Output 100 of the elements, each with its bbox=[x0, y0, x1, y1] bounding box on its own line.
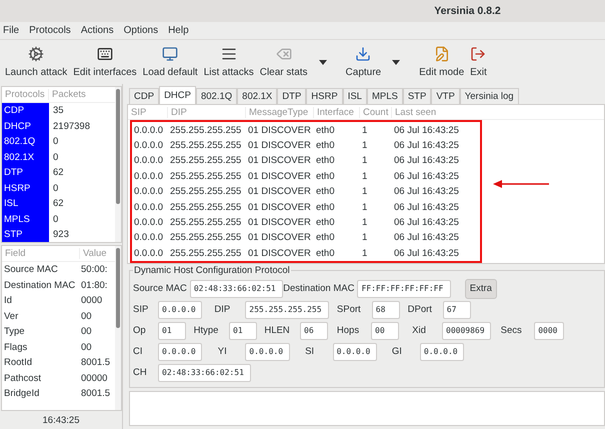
table-cell-text: 0000 bbox=[80, 295, 104, 306]
table-cell-text: 255.255.255.255 bbox=[169, 217, 242, 228]
table-cell-text: 06 Jul 16:43:25 bbox=[393, 170, 460, 182]
text-field[interactable]: 02:48:33:66:02:51 bbox=[190, 280, 284, 298]
scrollbar-thumb[interactable] bbox=[116, 248, 120, 328]
toolbar-button[interactable]: Load default bbox=[140, 41, 201, 83]
text-field[interactable]: 01 bbox=[229, 322, 257, 340]
table-cell-text: 1 bbox=[361, 170, 368, 182]
tab[interactable]: 802.1X bbox=[237, 88, 278, 104]
tab[interactable]: HSRP bbox=[306, 88, 343, 104]
text-field[interactable]: 00 bbox=[371, 322, 399, 340]
text-field[interactable]: 06 bbox=[300, 322, 328, 340]
toolbar-button[interactable]: Edit interfaces bbox=[70, 41, 140, 83]
table-cell-text: 2197398 bbox=[52, 120, 91, 132]
field-label: Hops bbox=[336, 325, 360, 336]
table-cell: STP bbox=[2, 227, 49, 242]
toolbar-button[interactable]: List attacks bbox=[200, 41, 257, 83]
text-field[interactable]: 0.0.0.0 bbox=[158, 342, 202, 360]
tab[interactable]: DHCP bbox=[159, 86, 196, 104]
table-cell-text: eth0 bbox=[315, 124, 336, 136]
text-field[interactable]: 0.0.0.0 bbox=[332, 342, 377, 360]
menu-item[interactable]: Protocols bbox=[29, 25, 71, 36]
table-cell: DHCP bbox=[2, 118, 49, 134]
field-label: Xid bbox=[411, 325, 427, 336]
menu-item[interactable]: File bbox=[3, 25, 20, 36]
field-label: Secs bbox=[500, 325, 523, 336]
text-field[interactable]: 0.0.0.0 bbox=[420, 342, 464, 360]
monitor-icon bbox=[162, 46, 178, 62]
field-label: CH bbox=[133, 367, 148, 378]
table-cell-text: 01 DISCOVER bbox=[247, 140, 312, 152]
table-cell-text: Source MAC bbox=[3, 264, 59, 276]
table-cell-text: 35 bbox=[52, 105, 65, 116]
backspace-icon bbox=[276, 46, 292, 62]
tab[interactable]: 802.1Q bbox=[196, 88, 238, 104]
table-cell-text: 01 DISCOVER bbox=[247, 217, 312, 228]
text-field[interactable]: 68 bbox=[372, 300, 400, 318]
text-field[interactable]: 0.0.0.0 bbox=[158, 300, 202, 318]
text-field[interactable]: 0.0.0.0 bbox=[245, 342, 290, 360]
tab[interactable]: ISL bbox=[342, 88, 367, 104]
text-field[interactable]: 01 bbox=[158, 322, 186, 340]
toolbar-button[interactable]: Launch attack bbox=[2, 41, 70, 83]
field-label: Source MAC bbox=[133, 283, 187, 294]
table-cell-text: 0.0.0.0 bbox=[133, 155, 164, 166]
text-field[interactable]: 00009869 bbox=[442, 322, 492, 340]
toolbar-button[interactable]: Edit mode bbox=[416, 41, 468, 83]
tab[interactable]: VTP bbox=[431, 88, 460, 104]
caret-icon[interactable] bbox=[392, 60, 400, 64]
table-cell-text: 1 bbox=[361, 248, 368, 259]
table-cell-text: eth0 bbox=[315, 155, 336, 166]
toolbar-button[interactable]: Exit bbox=[467, 41, 490, 83]
table-cell-text: 255.255.255.255 bbox=[169, 170, 242, 182]
table-cell-text: 06 Jul 16:43:25 bbox=[393, 140, 460, 152]
table-cell-text: 255.255.255.255 bbox=[169, 140, 242, 152]
tab[interactable]: Yersinia log bbox=[460, 88, 519, 104]
table-cell-text: eth0 bbox=[315, 217, 336, 228]
exit-icon bbox=[470, 46, 486, 62]
menu-item[interactable]: Actions bbox=[80, 25, 114, 36]
keyboard-icon bbox=[96, 46, 113, 62]
table-cell-text: 06 Jul 16:43:25 bbox=[393, 217, 460, 228]
toolbar-button[interactable]: Capture bbox=[342, 41, 384, 83]
extra-button[interactable]: Extra bbox=[464, 278, 497, 298]
table-cell-text: 06 Jul 16:43:25 bbox=[393, 248, 460, 259]
table-cell-text: 8001.5 bbox=[80, 388, 112, 400]
tab[interactable]: STP bbox=[402, 88, 432, 104]
toolbar-button[interactable]: Clear stats bbox=[256, 41, 311, 83]
table-cell-text: 255.255.255.255 bbox=[169, 202, 242, 213]
text-field[interactable]: 67 bbox=[442, 300, 471, 318]
status-time: 16:43:25 bbox=[42, 414, 80, 426]
text-field[interactable]: 0000 bbox=[534, 322, 564, 340]
table-cell-text: 1 bbox=[361, 124, 368, 136]
table-cell-text: 62 bbox=[52, 167, 65, 178]
caret-icon[interactable] bbox=[318, 60, 327, 64]
menu-item[interactable]: Options bbox=[124, 25, 158, 36]
table-cell-text: 06 Jul 16:43:25 bbox=[393, 124, 460, 136]
table-cell-text: 62 bbox=[52, 198, 65, 210]
table-cell-text: 00 bbox=[80, 310, 93, 322]
text-field[interactable]: 255.255.255.255 bbox=[245, 300, 329, 318]
menu-item[interactable]: Help bbox=[168, 25, 189, 36]
text-field[interactable]: FF:FF:FF:FF:FF:FF bbox=[357, 280, 451, 298]
text-field[interactable]: 02:48:33:66:02:51 bbox=[158, 364, 252, 382]
table-cell-text: 1 bbox=[361, 232, 368, 244]
table-cell: HSRP bbox=[2, 180, 49, 196]
arrow-icon bbox=[493, 180, 549, 188]
table-cell-text: 0 bbox=[52, 136, 60, 148]
table-cell-text: 0.0.0.0 bbox=[133, 140, 164, 152]
table-cell-text: 06 Jul 16:43:25 bbox=[393, 232, 460, 244]
table-cell-text: 06 Jul 16:43:25 bbox=[393, 155, 460, 166]
table-cell-text: Flags bbox=[3, 342, 28, 353]
tab[interactable]: CDP bbox=[129, 88, 160, 104]
tab[interactable]: MPLS bbox=[366, 88, 403, 104]
group-legend: Dynamic Host Configuration Protocol bbox=[133, 265, 291, 276]
table-cell-text: 1 bbox=[361, 155, 368, 166]
table-cell-text: 01 DISCOVER bbox=[247, 124, 312, 136]
table-cell-text: 01 DISCOVER bbox=[247, 155, 312, 166]
table-cell-text: 01 DISCOVER bbox=[247, 170, 312, 182]
table-cell-text: 06 Jul 16:43:25 bbox=[393, 202, 460, 213]
tab[interactable]: DTP bbox=[277, 88, 306, 104]
scrollbar-thumb[interactable] bbox=[116, 89, 120, 204]
table-cell-text: 00 bbox=[80, 326, 93, 338]
table-cell-text: 255.255.255.255 bbox=[169, 232, 242, 244]
